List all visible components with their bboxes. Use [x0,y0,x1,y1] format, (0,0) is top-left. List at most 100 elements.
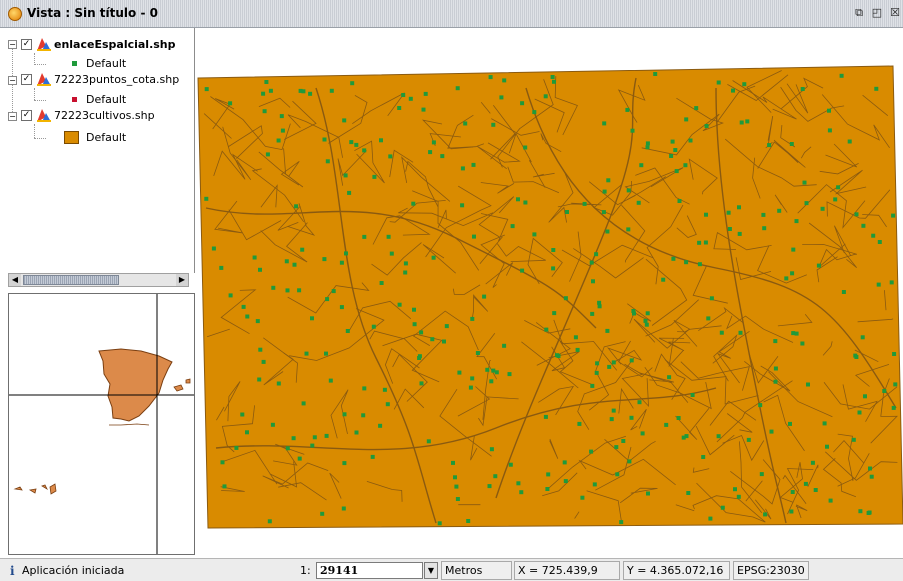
point-feature [320,511,325,516]
point-feature [609,417,614,422]
scale-input[interactable]: 29141 [316,562,423,579]
point-feature [472,234,476,239]
point-feature [312,435,317,440]
layer-name[interactable]: 72223cultivos.shp [54,109,155,122]
layer-name[interactable]: enlaceEspalcial.shp [54,38,176,51]
point-feature [860,335,865,340]
point-feature [690,393,695,397]
point-feature [362,234,367,239]
point-feature [684,260,689,265]
point-feature [204,196,209,201]
point-feature [552,311,557,316]
point-feature [867,510,872,515]
point-feature [594,252,599,257]
point-feature [532,232,537,237]
layer-name[interactable]: 72223puntos_cota.shp [54,73,179,86]
point-feature [891,405,896,410]
point-feature [520,268,525,273]
locator-map-canvas [9,294,194,554]
point-feature [602,121,607,126]
collapse-toggle[interactable]: − [8,40,17,49]
close-icon[interactable]: ☒ [888,6,902,20]
point-feature [627,459,632,464]
point-feature [508,462,513,467]
canary-islands [13,483,57,495]
point-feature [403,270,408,275]
point-feature [301,401,306,406]
point-feature [455,497,460,501]
point-feature [769,429,774,434]
point-feature [211,246,216,251]
point-feature [882,389,887,393]
point-feature [245,314,250,319]
info-icon: i [10,564,15,578]
toc-panel[interactable]: − ✓ enlaceEspalcial.shp Default − ✓ 7222… [0,28,195,273]
legend-label: Default [86,57,127,70]
scroll-right-icon[interactable]: ▶ [176,274,188,286]
point-feature [854,355,859,359]
point-feature [794,219,799,224]
point-feature [555,353,559,358]
point-feature [419,381,424,386]
title-bar[interactable]: Vista : Sin título - 0 ⧉ ◰ ☒ [0,0,903,28]
layer-visibility-checkbox[interactable]: ✓ [21,74,32,85]
collapse-toggle[interactable]: − [8,76,17,85]
legend-point-swatch [72,61,77,66]
point-feature [403,261,408,266]
collapse-toggle[interactable]: − [8,112,17,121]
point-feature [262,109,267,114]
point-feature [339,305,344,310]
point-feature [737,231,742,236]
scroll-left-icon[interactable]: ◀ [9,274,21,286]
point-feature [708,516,713,521]
point-feature [794,331,799,336]
point-feature [370,454,375,459]
point-feature [701,455,706,459]
point-feature [379,138,383,143]
toc-horizontal-scrollbar[interactable]: ◀ ▶ [8,273,189,287]
point-feature [463,121,468,126]
point-feature [485,367,490,372]
point-feature [499,95,504,100]
x-coordinate: X = 725.439,9 [514,561,620,580]
point-feature [510,224,515,229]
restore-icon[interactable]: ⧉ [852,6,866,20]
point-feature [297,288,302,293]
point-feature [388,154,393,159]
point-feature [806,382,810,387]
point-feature [294,204,299,209]
scroll-thumb[interactable] [23,275,119,285]
point-feature [470,316,475,321]
legend-label: Default [86,131,127,144]
point-feature [245,430,249,435]
locator-map[interactable] [8,293,195,555]
map-canvas[interactable] [196,28,903,555]
point-feature [697,240,702,245]
point-feature [270,422,275,427]
point-feature [397,106,402,110]
point-feature [626,188,631,193]
point-feature [869,474,874,479]
point-feature [643,318,648,323]
maximize-icon[interactable]: ◰ [870,6,884,20]
point-feature [460,166,465,171]
point-feature [240,412,245,417]
point-feature [325,159,330,164]
point-feature [767,143,772,148]
point-feature [460,203,465,208]
point-feature [670,139,675,144]
point-feature [342,118,347,123]
point-feature [683,163,688,168]
point-feature [822,421,827,426]
map-polygon-extent [197,65,903,529]
point-feature [841,290,846,294]
layer-visibility-checkbox[interactable]: ✓ [21,110,32,121]
point-feature [494,370,499,375]
point-feature [731,88,735,93]
point-feature [833,197,838,202]
point-feature [271,285,276,290]
point-feature [606,178,611,183]
chevron-down-icon[interactable]: ▼ [424,562,438,579]
layer-visibility-checkbox[interactable]: ✓ [21,39,32,50]
point-feature [590,383,595,388]
